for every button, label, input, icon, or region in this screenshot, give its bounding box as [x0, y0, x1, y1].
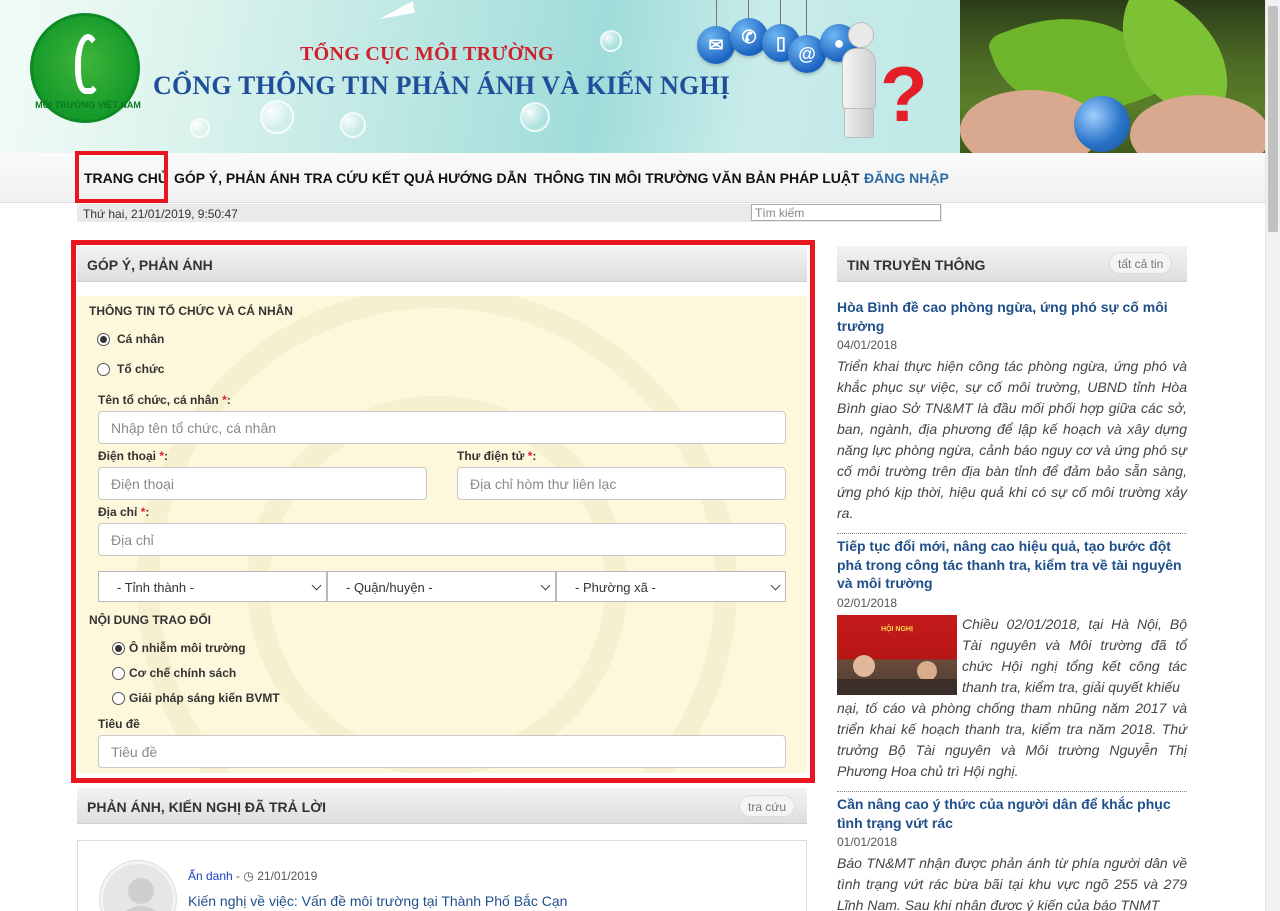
ward-select[interactable]: - Phường xã - [556, 571, 786, 602]
current-date: Thứ hai, 21/01/2019, 9:50:47 [83, 207, 238, 221]
province-value: - Tỉnh thành - [117, 580, 195, 595]
active-nav-highlight [75, 151, 168, 203]
form-header: GÓP Ý, PHẢN ÁNH [77, 246, 807, 282]
radio-dot [97, 362, 110, 376]
answered-header: PHẢN ÁNH, KIẾN NGHỊ ĐÃ TRẢ LỜI tra cứu [77, 788, 807, 824]
all-news-button[interactable]: tất cả tin [1109, 252, 1173, 274]
nav-login[interactable]: ĐĂNG NHẬP [864, 170, 949, 186]
address-label: Địa chỉ *: [98, 505, 150, 519]
news-header: TIN TRUYỀN THÔNG tất cả tin [837, 246, 1187, 282]
string-decoration [780, 0, 781, 26]
section-content-title: NỘI DUNG TRAO ĐỔI [89, 613, 211, 627]
bubble-decoration [520, 102, 550, 132]
radio-individual[interactable]: Cá nhân [97, 332, 164, 346]
radio-label: Tổ chức [117, 362, 165, 376]
scrollbar-thumb[interactable] [1268, 6, 1278, 232]
search-input[interactable] [751, 204, 941, 221]
email-label: Thư điện tử *: [457, 449, 537, 463]
news-item-thumbnail[interactable]: HỘI NGHỊ [837, 615, 957, 695]
radio-label: Cơ chế chính sách [129, 666, 237, 680]
news-item-title[interactable]: Tiếp tục đổi mới, nâng cao hiệu quả, tạo… [837, 537, 1187, 593]
bubble-decoration [260, 100, 294, 134]
news-divider [837, 791, 1187, 792]
radio-label: Ô nhiễm môi trường [129, 641, 246, 655]
nav-lookup-results[interactable]: TRA CỨU KẾT QUẢ [304, 170, 435, 186]
radio-dot [97, 332, 110, 346]
radio-organization[interactable]: Tổ chức [97, 362, 164, 376]
news-item-date: 01/01/2018 [837, 835, 898, 849]
page: MÔI TRƯỜNG VIỆT NAM TỔNG CỤC MÔI TRƯỜNG … [0, 0, 1280, 911]
news-item-title[interactable]: Hòa Bình đề cao phòng ngừa, ứng phó sự c… [837, 298, 1187, 335]
banner-portal-title: CỔNG THÔNG TIN PHẢN ÁNH VÀ KIẾN NGHỊ [153, 71, 731, 100]
main-nav: TRANG CHỦ GÓP Ý, PHẢN ÁNH TRA CỨU KẾT QU… [0, 153, 1265, 203]
province-select[interactable]: - Tỉnh thành - [98, 571, 327, 602]
chevron-down-icon [311, 580, 322, 591]
subject-input[interactable] [98, 735, 786, 768]
news-item-summary: Chiều 02/01/2018, tại Hà Nội, Bộ Tài ngu… [962, 616, 1187, 695]
subject-label: Tiêu đề [98, 717, 140, 731]
person-figure-icon [828, 22, 888, 140]
news-item-title[interactable]: Cần nâng cao ý thức của người dân để khắ… [837, 795, 1187, 832]
news-title: TIN TRUYỀN THÔNG [847, 257, 986, 273]
avatar [100, 861, 176, 911]
radio-label: Cá nhân [117, 332, 165, 346]
site-banner: MÔI TRƯỜNG VIỆT NAM TỔNG CỤC MÔI TRƯỜNG … [0, 0, 960, 153]
news-item-summary: Báo TN&MT nhận được phản ánh từ phía ngư… [837, 855, 1187, 911]
radio-dot [112, 641, 125, 655]
banner-photo [960, 0, 1265, 153]
news-item-summary-cont: nại, tố cáo và phòng chống tham nhũng nă… [837, 700, 1187, 779]
radio-dot [112, 666, 125, 680]
radio-solution[interactable]: Giải pháp sáng kiến BVMT [112, 691, 280, 705]
paper-plane-icon [377, 0, 415, 20]
news-item-date: 02/01/2018 [837, 596, 898, 610]
globe-icon [1074, 96, 1130, 152]
radio-policy[interactable]: Cơ chế chính sách [112, 666, 236, 680]
site-logo[interactable]: MÔI TRƯỜNG VIỆT NAM [30, 13, 141, 123]
ward-value: - Phường xã - [575, 580, 656, 595]
phone-input[interactable] [98, 467, 427, 500]
news-divider [837, 533, 1187, 534]
bubble-decoration [600, 30, 622, 52]
nav-legal-documents[interactable]: VĂN BẢN PHÁP LUẬT [712, 170, 860, 186]
radio-label: Giải pháp sáng kiến BVMT [129, 691, 280, 705]
string-decoration [806, 0, 807, 36]
question-mark-icon: ? [880, 50, 928, 138]
bubble-decoration [340, 112, 366, 138]
nav-feedback[interactable]: GÓP Ý, PHẢN ÁNH [174, 170, 300, 186]
news-item-summary: Triển khai thực hiện công tác phòng ngừa… [837, 358, 1187, 521]
answered-title: PHẢN ÁNH, KIẾN NGHỊ ĐÃ TRẢ LỜI [87, 799, 327, 815]
mail-icon: ✉ [697, 26, 735, 64]
nav-guide[interactable]: HƯỚNG DẪN [438, 170, 527, 186]
page-scrollbar[interactable] [1265, 0, 1280, 911]
lookup-button[interactable]: tra cứu [739, 795, 796, 817]
news-item-date: 04/01/2018 [837, 338, 898, 352]
radio-dot [112, 691, 125, 705]
district-select[interactable]: - Quận/huyện - [327, 571, 556, 602]
string-decoration [716, 0, 717, 28]
answer-author[interactable]: Ẩn danh [188, 869, 233, 883]
answer-date: 21/01/2019 [257, 869, 318, 883]
clock-icon: ◷ [243, 869, 254, 883]
bubble-decoration [190, 118, 210, 138]
address-input[interactable] [98, 523, 786, 556]
form-title: GÓP Ý, PHẢN ÁNH [87, 257, 213, 273]
answer-title-link[interactable]: Kiến nghị về việc: Vấn đề môi trường tại… [188, 893, 567, 909]
section-info-title: THÔNG TIN TỔ CHỨC VÀ CÁ NHÂN [89, 304, 293, 318]
name-input[interactable] [98, 411, 786, 444]
email-input[interactable] [457, 467, 786, 500]
form-strip [77, 282, 807, 296]
answer-meta: Ẩn danh - ◷ 21/01/2019 [188, 869, 318, 883]
logo-text: MÔI TRƯỜNG VIỆT NAM [35, 100, 141, 110]
nav-environment-info[interactable]: THÔNG TIN MÔI TRƯỜNG [534, 170, 708, 186]
name-label: Tên tổ chức, cá nhân *: [98, 393, 231, 407]
district-value: - Quận/huyện - [346, 580, 433, 595]
answered-item: Ẩn danh - ◷ 21/01/2019 Kiến nghị về việc… [77, 840, 807, 911]
chevron-down-icon [540, 580, 551, 591]
radio-pollution[interactable]: Ô nhiễm môi trường [112, 641, 246, 655]
string-decoration [748, 0, 749, 20]
chevron-down-icon [770, 580, 781, 591]
phone-label: Điện thoại *: [98, 449, 169, 463]
banner-org-title: TỔNG CỤC MÔI TRƯỜNG [300, 43, 555, 65]
logo-leaf-icon [75, 34, 101, 94]
